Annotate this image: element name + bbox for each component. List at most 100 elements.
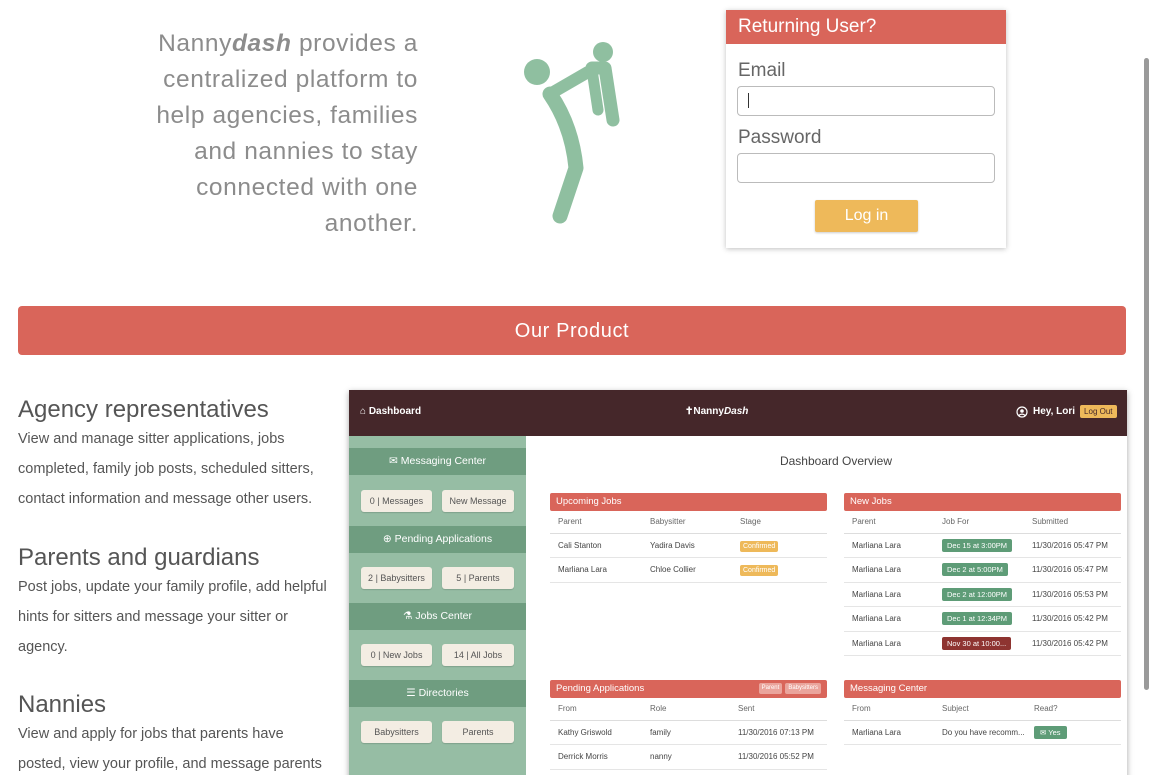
password-field[interactable] bbox=[737, 153, 995, 183]
cell-job-for: Dec 1 at 12:34PM bbox=[934, 606, 1024, 632]
dashboard-main: Dashboard Overview Upcoming Jobs Parent … bbox=[526, 436, 1127, 775]
nav-dashboard-link[interactable]: ⌂ Dashboard bbox=[360, 406, 421, 417]
logout-button[interactable]: Log Out bbox=[1080, 405, 1117, 418]
cell-stage: Confirmed bbox=[732, 533, 827, 558]
job-date-badge: Dec 1 at 12:34PM bbox=[942, 612, 1013, 626]
column-header: Sent bbox=[730, 698, 827, 721]
email-field[interactable] bbox=[737, 86, 995, 116]
filter-parent-button[interactable]: Parent bbox=[758, 683, 783, 694]
new-jobs-label: New Jobs bbox=[382, 650, 423, 660]
table-row[interactable]: Marliana Lara Dec 1 at 12:34PM 11/30/201… bbox=[844, 606, 1121, 632]
list-icon: ☰ bbox=[406, 687, 416, 699]
job-date-badge: Dec 2 at 12:00PM bbox=[942, 587, 1013, 601]
cell-parent: Cali Stanton bbox=[550, 533, 642, 558]
messaging-center-table: From Subject Read? Marliana Lara Do you … bbox=[844, 698, 1121, 745]
panel-header: Pending Applications Parent Babysitters bbox=[550, 680, 827, 698]
cell-parent: Marliana Lara bbox=[844, 631, 934, 656]
cell-read: ✉ Yes bbox=[1026, 720, 1121, 745]
feature-text: View and manage sitter applications, job… bbox=[18, 431, 314, 507]
cell-job-for: Dec 15 at 3:00PM bbox=[934, 533, 1024, 558]
cell-submitted: 11/30/2016 05:47 PM bbox=[1024, 533, 1121, 558]
new-message-button[interactable]: New Message bbox=[442, 490, 514, 512]
read-status: Yes bbox=[1048, 727, 1061, 737]
nav-brand-bold: Dash bbox=[723, 406, 749, 417]
parents-applications-button[interactable]: 5 | Parents bbox=[442, 567, 514, 589]
panel-title: Messaging Center bbox=[844, 680, 1121, 698]
column-header: Role bbox=[642, 698, 730, 721]
panel-title: Pending Applications bbox=[556, 683, 645, 694]
all-jobs-button[interactable]: 14 | All Jobs bbox=[442, 644, 514, 666]
login-title: Returning User? bbox=[726, 10, 1006, 44]
landing-page: Nannydash provides a centralized platfor… bbox=[0, 0, 1149, 775]
directory-parents-button[interactable]: Parents bbox=[442, 721, 514, 743]
directory-babysitters-button[interactable]: Babysitters bbox=[361, 721, 432, 743]
cell-parent: Marliana Lara bbox=[844, 582, 934, 607]
cell-parent: Marliana Lara bbox=[550, 557, 642, 583]
column-header: From bbox=[844, 698, 934, 721]
cell-submitted: 11/30/2016 05:42 PM bbox=[1024, 631, 1121, 656]
feature-agency: Agency representatives View and manage s… bbox=[18, 396, 333, 514]
table-row[interactable]: Marliana Lara Nov 30 at 10:00... 11/30/2… bbox=[844, 631, 1121, 656]
sidebar-jobs-center[interactable]: ⚗ Jobs Center bbox=[349, 603, 526, 630]
babysitters-applications-button[interactable]: 2 | Babysitters bbox=[361, 567, 432, 589]
tagline-text: provides a centralized platform to help … bbox=[156, 30, 418, 237]
filter-babysitters-button[interactable]: Babysitters bbox=[785, 683, 821, 694]
upcoming-jobs-panel: Upcoming Jobs Parent Babysitter Stage Ca… bbox=[550, 493, 827, 583]
nav-brand: ✝NannyDash bbox=[685, 406, 748, 417]
nav-dashboard-label: Dashboard bbox=[368, 406, 422, 417]
pending-applications-table: From Role Sent Kathy Griswold family 11/… bbox=[550, 698, 827, 770]
cell-job-for: Nov 30 at 10:00... bbox=[934, 631, 1024, 656]
table-row[interactable]: Cali Stanton Yadira Davis Confirmed bbox=[550, 533, 827, 558]
table-row[interactable]: Marliana Lara Chloe Collier Confirmed bbox=[550, 557, 827, 583]
cell-babysitter: Yadira Davis bbox=[642, 533, 732, 558]
brand-name-plain: Nanny bbox=[158, 30, 232, 57]
table-row[interactable]: Kathy Griswold family 11/30/2016 07:13 P… bbox=[550, 720, 827, 745]
sidebar-pending-applications[interactable]: ⊕ Pending Applications bbox=[349, 526, 526, 553]
table-row[interactable]: Marliana Lara Do you have recomm... ✉ Ye… bbox=[844, 720, 1121, 745]
messaging-center-panel: Messaging Center From Subject Read? Marl… bbox=[844, 680, 1121, 745]
cell-babysitter: Chloe Collier bbox=[642, 557, 732, 583]
home-icon: ⌂ bbox=[360, 406, 367, 417]
column-header: Babysitter bbox=[642, 511, 732, 534]
page-scrollbar[interactable] bbox=[1144, 58, 1149, 690]
column-header: Parent bbox=[550, 511, 642, 534]
cell-submitted: 11/30/2016 05:47 PM bbox=[1024, 557, 1121, 583]
envelope-icon: ✉ bbox=[1040, 727, 1047, 737]
cell-sent: 11/30/2016 07:13 PM bbox=[730, 720, 827, 745]
panel-filter-tags: Parent Babysitters bbox=[758, 683, 821, 694]
sidebar-heading-label: Pending Applications bbox=[394, 533, 493, 545]
column-header: Subject bbox=[934, 698, 1026, 721]
cell-subject: Do you have recomm... bbox=[934, 720, 1026, 745]
pending-applications-panel: Pending Applications Parent Babysitters … bbox=[550, 680, 827, 770]
cell-job-for: Dec 2 at 12:00PM bbox=[934, 582, 1024, 607]
brand-name-bold: dash bbox=[231, 30, 292, 57]
panel-title: New Jobs bbox=[844, 493, 1121, 511]
table-row[interactable]: Marliana Lara Dec 15 at 3:00PM 11/30/201… bbox=[844, 533, 1121, 558]
sidebar-messaging-center[interactable]: ✉ Messaging Center bbox=[349, 448, 526, 475]
all-jobs-label: All Jobs bbox=[470, 650, 503, 660]
job-date-badge: Nov 30 at 10:00... bbox=[942, 636, 1012, 650]
cell-job-for: Dec 2 at 5:00PM bbox=[934, 557, 1024, 583]
messages-button[interactable]: 0 | Messages bbox=[361, 490, 432, 512]
table-row[interactable]: Marliana Lara Dec 2 at 5:00PM 11/30/2016… bbox=[844, 557, 1121, 583]
sidebar-directories[interactable]: ☰ Directories bbox=[349, 680, 526, 707]
email-label: Email bbox=[738, 60, 786, 81]
status-badge: Confirmed bbox=[740, 540, 779, 552]
feature-title: Agency representatives bbox=[18, 396, 269, 423]
column-header: Parent bbox=[844, 511, 934, 534]
login-card: Returning User? Email Password Log in bbox=[726, 10, 1006, 248]
cell-role: nanny bbox=[642, 744, 730, 770]
column-header: Read? bbox=[1026, 698, 1121, 721]
new-jobs-button[interactable]: 0 | New Jobs bbox=[361, 644, 432, 666]
table-row[interactable]: Derrick Morris nanny 11/30/2016 05:52 PM bbox=[550, 744, 827, 770]
all-jobs-count: 14 bbox=[453, 650, 464, 660]
cell-stage: Confirmed bbox=[732, 557, 827, 583]
cell-from: Marliana Lara bbox=[844, 720, 934, 745]
status-badge: Confirmed bbox=[740, 565, 779, 577]
new-jobs-count: 0 bbox=[370, 650, 376, 660]
parents-count: 5 bbox=[456, 573, 462, 583]
job-date-badge: Dec 2 at 5:00PM bbox=[942, 563, 1008, 577]
feature-text: View and apply for jobs that parents hav… bbox=[18, 726, 322, 772]
login-button[interactable]: Log in bbox=[815, 200, 918, 232]
table-row[interactable]: Marliana Lara Dec 2 at 12:00PM 11/30/201… bbox=[844, 582, 1121, 607]
